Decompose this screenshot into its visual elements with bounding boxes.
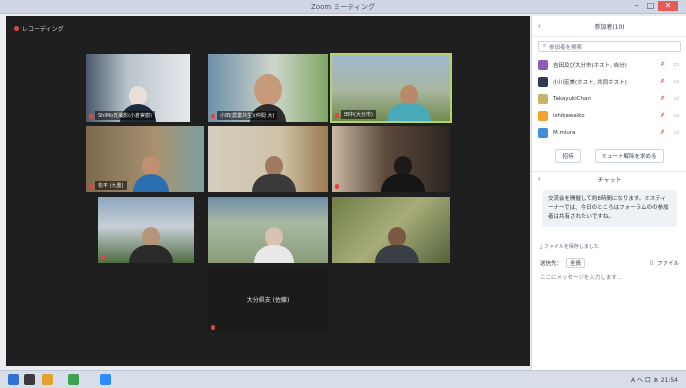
video-tile-3[interactable]: 田中(大分市) — [330, 53, 452, 123]
tile-name-1: ShiMo氏撮影(小倉実樹) — [95, 111, 156, 120]
participant-row[interactable]: ishikawaiko ✗ ▭ — [532, 107, 686, 124]
participant-name: 小川宏美(ホスト, 共同ホスト) — [553, 79, 627, 86]
file-icon: ▯ — [649, 260, 653, 266]
browser-icon[interactable] — [68, 374, 79, 385]
chat-title: チャット — [597, 176, 622, 184]
avatar — [538, 93, 548, 104]
tile-name-3: 田中(大分市) — [341, 110, 376, 119]
video-tile-4[interactable]: 松平 (九重) — [86, 126, 204, 192]
file-explorer-icon[interactable] — [24, 374, 35, 385]
mic-muted-icon — [335, 184, 339, 189]
camera-icon[interactable]: ▭ — [672, 112, 681, 119]
mic-muted-icon — [89, 184, 93, 189]
video-tile-6[interactable] — [332, 126, 450, 192]
video-tile-2[interactable]: 小田(農業共生)(仲間 大) — [208, 54, 328, 122]
avatar — [538, 110, 548, 121]
mic-muted-icon — [335, 113, 339, 118]
side-panel: ‹ 参加者(10) ⌕ 参加者を検索 吉田及び大分市(ホスト, 自分) ✗ ▭ … — [531, 16, 686, 370]
mic-muted-icon[interactable]: ✗ — [658, 95, 667, 102]
mic-muted-icon[interactable]: ✗ — [658, 129, 667, 136]
avatar — [538, 76, 548, 87]
chevron-left-icon[interactable]: ‹ — [538, 175, 541, 183]
video-tile-8[interactable] — [208, 197, 328, 263]
avatar — [538, 59, 548, 70]
folder-icon[interactable] — [42, 374, 53, 385]
mic-muted-icon — [211, 114, 215, 119]
mic-muted-icon[interactable]: ✗ — [658, 78, 667, 85]
window-titlebar: Zoom ミーティング – □ ✕ — [0, 0, 686, 14]
camera-icon[interactable]: ▭ — [672, 78, 681, 85]
avatar — [538, 127, 548, 138]
participant-row[interactable]: 吉田及び大分市(ホスト, 自分) ✗ ▭ — [532, 56, 686, 73]
participants-header: ‹ 参加者(10) — [532, 16, 686, 37]
tile-name-4: 松平 (九重) — [95, 181, 127, 190]
chat-file-info[interactable]: ⤓ ファイルを保存しました — [540, 243, 679, 250]
download-icon: ⤓ — [540, 244, 543, 250]
mic-muted-icon[interactable]: ✗ — [658, 112, 667, 119]
participant-row[interactable]: 小川宏美(ホスト, 共同ホスト) ✗ ▭ — [532, 73, 686, 90]
system-tray[interactable]: A へ 口 ぁ 21:54 — [631, 375, 678, 384]
recording-indicator: レコーディング — [14, 24, 64, 33]
ask-unmute-button[interactable]: ミュート解除を求める — [594, 149, 664, 163]
participant-name: ishikawaiko — [553, 112, 585, 119]
participant-name: M.miura — [553, 129, 576, 136]
camera-icon[interactable]: ▭ — [672, 129, 681, 136]
taskbar: A へ 口 ぁ 21:54 — [0, 370, 686, 388]
participant-name: TakayukiChan — [553, 95, 591, 102]
chat-header: ‹ チャット — [532, 171, 686, 186]
participants-title: 参加者(10) — [594, 23, 625, 31]
avatar-name-label: 大分県支 (佐藤) — [246, 297, 290, 304]
video-tile-9[interactable] — [332, 197, 450, 263]
camera-icon[interactable]: ▭ — [672, 61, 681, 68]
mic-muted-icon — [89, 114, 93, 119]
send-to-select[interactable]: 全員 — [566, 258, 586, 268]
participant-search-input[interactable]: ⌕ 参加者を検索 — [538, 41, 681, 52]
video-tile-5[interactable] — [208, 126, 328, 192]
recording-label: レコーディング — [22, 26, 64, 33]
camera-icon[interactable]: ▭ — [672, 95, 681, 102]
search-placeholder: 参加者を検索 — [549, 44, 583, 51]
video-gallery: レコーディング ShiMo氏撮影(小倉実樹) 小田(農業共生)(仲間 大) 田中… — [6, 16, 530, 366]
mic-muted-icon[interactable]: ✗ — [658, 61, 667, 68]
send-to-label: 送信先： — [540, 261, 563, 267]
chat-message: 交流会を開催して約8時間になります。ミスティーナーでは、今日のところはフォーラム… — [542, 190, 677, 227]
minimize-icon[interactable]: – — [630, 1, 643, 11]
participant-name: 吉田及び大分市(ホスト, 自分) — [553, 62, 627, 69]
invite-button[interactable]: 招待 — [555, 149, 581, 163]
start-icon[interactable] — [8, 374, 19, 385]
close-icon[interactable]: ✕ — [658, 1, 678, 11]
record-icon — [14, 26, 19, 31]
window-title: Zoom ミーティング — [311, 3, 375, 11]
mic-muted-icon — [101, 255, 105, 260]
participant-row[interactable]: TakayukiChan ✗ ▭ — [532, 90, 686, 107]
chat-input[interactable]: ここにメッセージを入力します... — [540, 273, 679, 281]
video-tile-10[interactable]: 大分県支 (佐藤) — [208, 267, 328, 333]
chevron-left-icon[interactable]: ‹ — [538, 22, 541, 30]
video-tile-7[interactable] — [98, 197, 194, 263]
search-icon: ⌕ — [543, 43, 547, 49]
tile-name-2: 小田(農業共生)(仲間 大) — [217, 111, 278, 120]
maximize-icon[interactable]: □ — [644, 1, 657, 11]
mic-muted-icon — [211, 325, 215, 330]
video-tile-1[interactable]: ShiMo氏撮影(小倉実樹) — [86, 54, 190, 122]
file-button[interactable]: ファイル — [657, 259, 679, 267]
participant-row[interactable]: M.miura ✗ ▭ — [532, 124, 686, 141]
zoom-icon[interactable] — [100, 374, 111, 385]
